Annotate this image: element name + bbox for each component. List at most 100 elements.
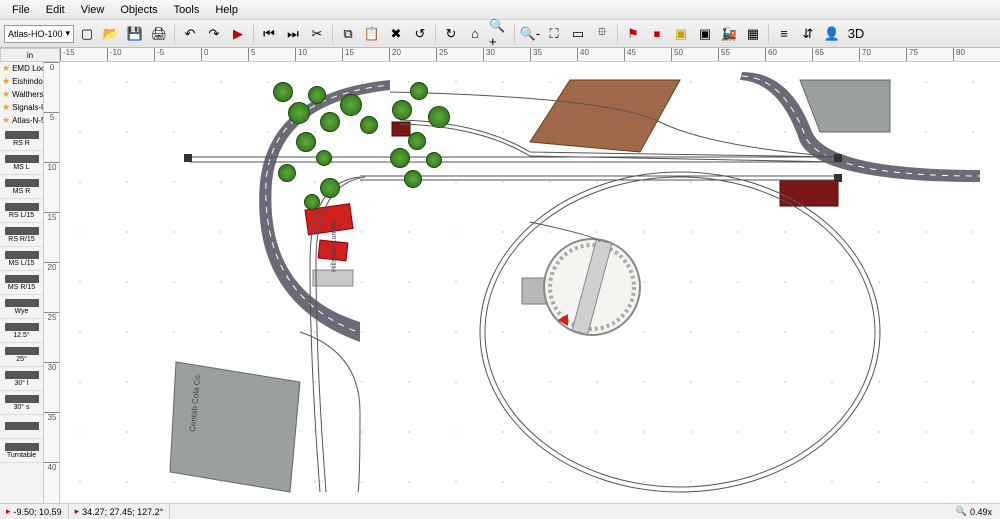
red-flag-icon[interactable]: ⚑ — [622, 23, 644, 45]
3d-icon[interactable]: 3D — [845, 23, 867, 45]
track-palette-item[interactable]: RS L/15 — [0, 199, 43, 223]
ruler-tick: 25 — [44, 312, 60, 322]
star-icon: ★ — [2, 76, 10, 87]
library-item[interactable]: ★Walthers-HO-Co — [0, 88, 43, 101]
library-selector[interactable]: Atlas-HO-100▾ — [4, 25, 74, 43]
stop-icon[interactable]: ⏹ — [646, 23, 668, 45]
ruler-tick: 0 — [44, 62, 60, 72]
ruler-tick: -15 — [60, 48, 75, 62]
tree — [278, 164, 296, 182]
ruler-tick: 5 — [44, 112, 60, 122]
pink-box-icon[interactable]: ▣ — [694, 23, 716, 45]
statusbar: ▸-9.50; 10.59 ▸34.27; 27.45; 127.2° 🔍0.4… — [0, 503, 1000, 519]
ruler-tick: 10 — [295, 48, 307, 62]
tree — [410, 82, 428, 100]
group-icon[interactable]: ⯐ — [591, 23, 613, 45]
label-lumber: Hillstone Lumber — [331, 219, 338, 272]
menu-help[interactable]: Help — [207, 2, 246, 18]
ruler-tick: -10 — [107, 48, 122, 62]
ruler-tick: 0 — [201, 48, 208, 62]
ruler-tick: 60 — [765, 48, 777, 62]
open-icon[interactable]: 📂 — [100, 23, 122, 45]
track-palette-item[interactable] — [0, 415, 43, 439]
track-palette-item[interactable]: MS R — [0, 175, 43, 199]
arrow-icon: ▸ — [75, 506, 80, 517]
track-palette-item[interactable]: Wye — [0, 295, 43, 319]
tree — [316, 150, 332, 166]
ruler-tick: 55 — [718, 48, 730, 62]
track-palette-item[interactable]: Turntable — [0, 439, 43, 463]
save-icon[interactable]: 💾 — [124, 23, 146, 45]
magnifier-icon: 🔍 — [956, 506, 967, 517]
menu-objects[interactable]: Objects — [112, 2, 165, 18]
menu-edit[interactable]: Edit — [38, 2, 73, 18]
ruler-tick: 20 — [389, 48, 401, 62]
undo-icon[interactable]: ↶ — [179, 23, 201, 45]
library-item[interactable]: ★Atlas-N-55 — [0, 114, 43, 127]
menu-tools[interactable]: Tools — [166, 2, 208, 18]
forward-icon[interactable]: ⏭ — [282, 23, 304, 45]
tree — [308, 86, 326, 104]
ruler-horizontal: -15-10-505101520253035404550556065707580 — [60, 48, 1000, 62]
paste-icon[interactable]: 📋 — [361, 23, 383, 45]
ruler-tick: 45 — [624, 48, 636, 62]
ruler-tick: 5 — [248, 48, 255, 62]
bumper-1 — [834, 154, 842, 162]
library-item[interactable]: ★Eishindo-T — [0, 75, 43, 88]
tree — [273, 82, 293, 102]
train-icon[interactable]: 🚂 — [718, 23, 740, 45]
grid-icon[interactable]: ▦ — [742, 23, 764, 45]
tree — [404, 170, 422, 188]
align-icon[interactable]: ≡ — [773, 23, 795, 45]
zoom-fit-icon[interactable]: ⛶ — [543, 23, 565, 45]
star-icon: ★ — [2, 89, 10, 100]
track-palette-item[interactable]: RS R/15 — [0, 223, 43, 247]
building-grey-top — [800, 80, 890, 132]
rewind-icon[interactable]: ⏮ — [258, 23, 280, 45]
track-palette-item[interactable]: MS R/15 — [0, 271, 43, 295]
person-icon[interactable]: 👤 — [821, 23, 843, 45]
delete-icon[interactable]: ✖ — [385, 23, 407, 45]
menubar: File Edit View Objects Tools Help — [0, 0, 1000, 20]
track-palette-item[interactable]: 30° l — [0, 367, 43, 391]
play-red-icon[interactable]: ▶ — [227, 23, 249, 45]
library-item[interactable]: ★EMD Locos — [0, 62, 43, 75]
track-palette-item[interactable]: RS R — [0, 127, 43, 151]
track-palette-item[interactable]: MS L — [0, 151, 43, 175]
rotate-right-icon[interactable]: ↻ — [440, 23, 462, 45]
tree — [360, 116, 378, 134]
track-palette-item[interactable]: 30° s — [0, 391, 43, 415]
zoom-out-icon[interactable]: 🔍- — [519, 23, 541, 45]
status-zoom: 🔍0.49x — [948, 506, 1000, 517]
menu-view[interactable]: View — [73, 2, 113, 18]
track-plan-svg: Centab Cola Co. Hillstone Lumber — [60, 62, 1000, 503]
building-brown — [530, 80, 680, 152]
ruler-tick: 65 — [812, 48, 824, 62]
ruler-tick: 10 — [44, 162, 60, 172]
select-icon[interactable]: ▭ — [567, 23, 589, 45]
elev-icon[interactable]: ⇵ — [797, 23, 819, 45]
tree — [288, 102, 310, 124]
redo-icon[interactable]: ↷ — [203, 23, 225, 45]
yellow-box-icon[interactable]: ▣ — [670, 23, 692, 45]
bumper-2 — [834, 174, 842, 182]
menu-file[interactable]: File — [4, 2, 38, 18]
cut-icon[interactable]: ✂ — [306, 23, 328, 45]
library-item[interactable]: ★Signals-US-L — [0, 101, 43, 114]
print-icon[interactable]: 🖨 — [148, 23, 170, 45]
tree — [390, 148, 410, 168]
copy-icon[interactable]: ⧉ — [337, 23, 359, 45]
track-palette-item[interactable]: 25° — [0, 343, 43, 367]
zoom-in-icon[interactable]: 🔍+ — [488, 23, 510, 45]
tree — [320, 178, 340, 198]
track-palette-item[interactable]: MS L/15 — [0, 247, 43, 271]
ruler-tick: 30 — [483, 48, 495, 62]
new-icon[interactable]: ▢ — [76, 23, 98, 45]
rotate-left-icon[interactable]: ↺ — [409, 23, 431, 45]
layout-canvas[interactable]: Centab Cola Co. Hillstone Lumber — [60, 62, 1000, 503]
home-icon[interactable]: ⌂ — [464, 23, 486, 45]
ruler-tick: 30 — [44, 362, 60, 372]
toolbar: Atlas-HO-100▾ ▢📂💾🖨↶↷▶⏮⏭✂⧉📋✖↺↻⌂🔍+🔍-⛶▭⯐⚑⏹▣… — [0, 20, 1000, 48]
tree — [426, 152, 442, 168]
track-palette-item[interactable]: 12.5° — [0, 319, 43, 343]
